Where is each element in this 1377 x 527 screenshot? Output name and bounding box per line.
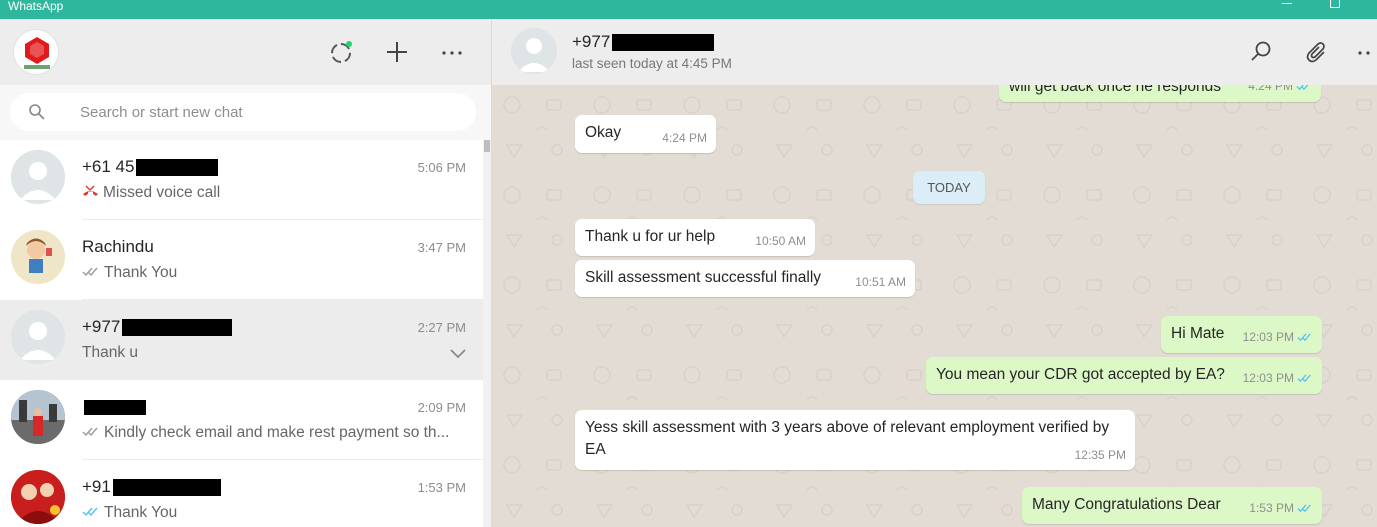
message-incoming[interactable]: Yess skill assessment with 3 years above…: [575, 410, 1135, 470]
default-avatar-icon: [11, 310, 65, 364]
chat-item-selected[interactable]: +977 2:27 PM Thank u: [0, 300, 483, 380]
contact-avatar-icon[interactable]: [511, 28, 557, 74]
double-check-icon: [82, 264, 100, 282]
message-text: will get back once he responds: [1009, 85, 1221, 95]
double-check-read-icon: [1297, 498, 1313, 520]
scrollbar-thumb[interactable]: [484, 140, 490, 152]
attach-icon[interactable]: [1304, 39, 1330, 65]
chat-preview: Thank You: [82, 264, 462, 282]
message-area[interactable]: will get back once he responds 4:24 PM O…: [492, 85, 1377, 527]
chat-item[interactable]: +91 1:53 PM Thank You: [0, 460, 483, 527]
chat-list-scrollbar[interactable]: [483, 140, 491, 527]
chat-time: 2:09 PM: [417, 400, 466, 415]
chat-name: +91: [82, 477, 221, 497]
chat-list: +61 45 5:06 PM Missed voice call Rachind…: [0, 140, 483, 527]
message-meta: 12:03 PM: [1243, 367, 1313, 390]
chat-name: [82, 397, 146, 417]
conversation-header[interactable]: +977 last seen today at 4:45 PM: [492, 19, 1377, 85]
message-meta: 12:03 PM: [1243, 326, 1313, 349]
message-text: Okay: [585, 124, 622, 141]
chat-preview: Thank u: [82, 344, 139, 361]
double-check-read-icon: [1297, 327, 1313, 349]
message-outgoing[interactable]: Hi Mate 12:03 PM: [1161, 316, 1322, 353]
chat-time: 3:47 PM: [417, 240, 466, 255]
cartoon-avatar-icon: [11, 230, 65, 284]
window-title: WhatsApp: [8, 0, 64, 13]
message-text: Thank u for ur help: [585, 228, 716, 245]
double-check-icon: [82, 424, 100, 442]
search-box[interactable]: [10, 93, 476, 131]
photo-avatar-icon: [11, 390, 65, 444]
window-titlebar: WhatsApp: [0, 0, 1377, 19]
search-input[interactable]: [80, 93, 460, 131]
message-outgoing[interactable]: will get back once he responds 4:24 PM: [999, 85, 1321, 102]
conversation-panel: +977 last seen today at 4:45 PM will get…: [491, 19, 1377, 527]
last-seen-status: last seen today at 4:45 PM: [572, 56, 732, 71]
chat-preview: Kindly check email and make rest payment…: [82, 424, 462, 442]
chat-name: Rachindu: [82, 237, 154, 256]
chat-preview: Missed voice call: [82, 184, 462, 202]
chat-preview: Thank You: [82, 504, 462, 522]
my-profile-avatar[interactable]: [13, 29, 59, 75]
double-check-read-icon: [82, 504, 100, 522]
chat-name: +977: [82, 317, 233, 337]
message-text: Hi Mate: [1171, 325, 1225, 342]
minimize-button[interactable]: [1282, 3, 1292, 4]
menu-icon[interactable]: [440, 39, 466, 65]
day-separator: TODAY: [913, 171, 985, 204]
message-outgoing[interactable]: You mean your CDR got accepted by EA? 12…: [926, 357, 1322, 394]
message-text: Many Congratulations Dear: [1032, 496, 1221, 513]
photo-avatar-icon: [11, 470, 65, 524]
message-incoming[interactable]: Skill assessment successful finally 10:5…: [575, 260, 915, 297]
maximize-button[interactable]: [1330, 0, 1340, 8]
message-meta: 4:24 PM: [1248, 85, 1312, 98]
message-incoming[interactable]: Okay 4:24 PM: [575, 115, 716, 153]
message-time: 12:35 PM: [1074, 448, 1126, 462]
status-icon[interactable]: [328, 39, 354, 65]
message-text: You mean your CDR got accepted by EA?: [936, 366, 1225, 383]
double-check-read-icon: [1296, 85, 1312, 98]
missed-call-icon: [82, 184, 99, 202]
search-icon: [28, 103, 46, 121]
left-header: [0, 19, 491, 85]
message-time: 10:50 AM: [755, 234, 806, 248]
message-meta: 1:53 PM: [1249, 497, 1313, 520]
chat-item[interactable]: +61 45 5:06 PM Missed voice call: [0, 140, 483, 220]
contact-name: +977: [572, 32, 715, 52]
message-time: 10:51 AM: [855, 275, 906, 289]
new-chat-icon[interactable]: [384, 39, 410, 65]
message-time: 4:24 PM: [662, 131, 707, 145]
chat-item[interactable]: Rachindu 3:47 PM Thank You: [0, 220, 483, 300]
chat-name: +61 45: [82, 157, 219, 177]
chat-time: 1:53 PM: [417, 480, 466, 495]
menu-icon[interactable]: [1354, 39, 1374, 65]
chat-list-panel: +61 45 5:06 PM Missed voice call: [0, 19, 491, 527]
double-check-read-icon: [1297, 368, 1313, 390]
message-outgoing[interactable]: Many Congratulations Dear 1:53 PM: [1022, 487, 1322, 524]
message-incoming[interactable]: Thank u for ur help 10:50 AM: [575, 219, 815, 256]
chat-time: 5:06 PM: [417, 160, 466, 175]
message-text: Skill assessment successful finally: [585, 269, 822, 286]
search-icon[interactable]: [1248, 39, 1274, 65]
default-avatar-icon: [11, 150, 65, 204]
chat-time: 2:27 PM: [417, 320, 466, 335]
chat-item[interactable]: 2:09 PM Kindly check email and make rest…: [0, 380, 483, 460]
message-text: Yess skill assessment with 3 years above…: [585, 419, 1110, 458]
chevron-down-icon[interactable]: [450, 346, 466, 359]
search-bar: [0, 85, 491, 140]
